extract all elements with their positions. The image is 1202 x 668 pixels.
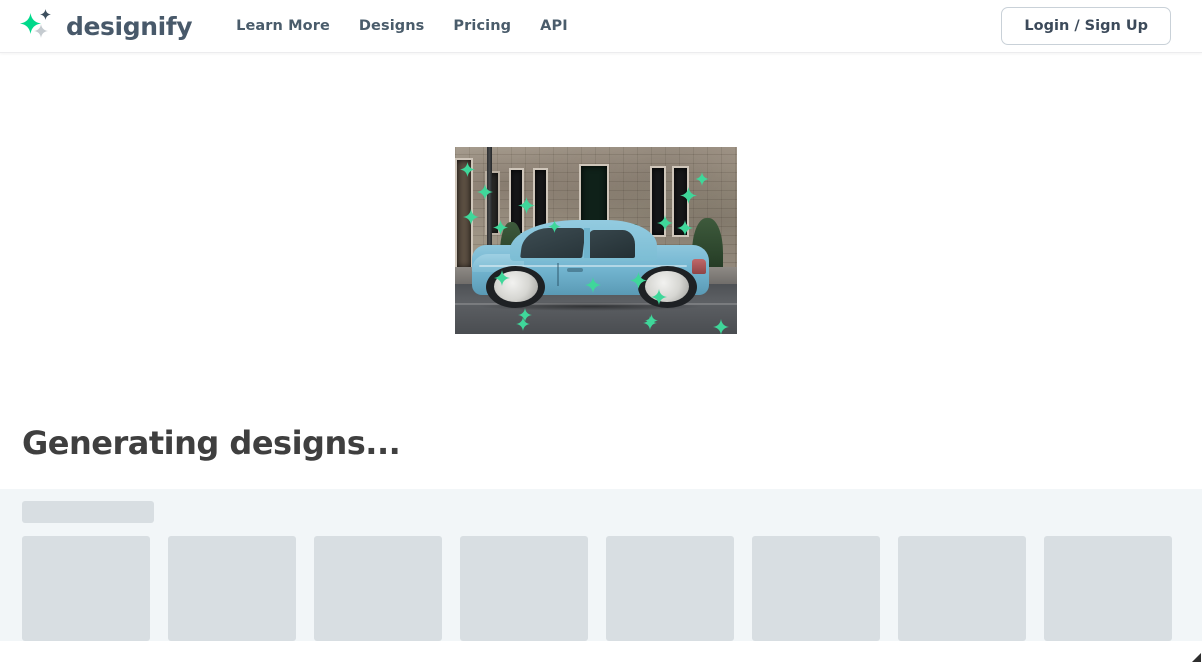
site-header: designify Learn More Designs Pricing API… [0, 0, 1202, 53]
skeleton-card [752, 536, 880, 641]
login-signup-button[interactable]: Login / Sign Up [1001, 7, 1171, 45]
uploaded-car-photo [455, 147, 737, 334]
skeleton-title-placeholder [22, 501, 154, 523]
skeleton-card [168, 536, 296, 641]
window-resize-handle[interactable] [1190, 650, 1202, 662]
skeleton-card [606, 536, 734, 641]
nav-link-api[interactable]: API [540, 18, 568, 34]
skeleton-card [460, 536, 588, 641]
nav-link-pricing[interactable]: Pricing [453, 18, 511, 34]
skeleton-card [1044, 536, 1172, 641]
skeleton-card [314, 536, 442, 641]
preview-image-container[interactable] [455, 147, 737, 334]
page-title: Generating designs... [22, 424, 400, 462]
generating-results-skeleton [0, 489, 1202, 641]
car-pillar [584, 228, 590, 258]
car-front-wheel [486, 266, 545, 308]
main-nav: Learn More Designs Pricing API [236, 18, 568, 34]
blue-car [472, 218, 709, 308]
skeleton-card [898, 536, 1026, 641]
sparkle-dark-icon [40, 9, 51, 20]
skeleton-card [22, 536, 150, 641]
nav-link-designs[interactable]: Designs [359, 18, 425, 34]
car-door-line [557, 263, 559, 286]
doorway [455, 158, 473, 270]
car-taillight [692, 259, 706, 273]
brand-logo[interactable]: designify [20, 9, 192, 43]
car-rear-wheel [638, 266, 697, 308]
car-rear-window [588, 230, 635, 258]
nav-link-learn-more[interactable]: Learn More [236, 18, 330, 34]
sparkle-gray-icon [34, 24, 48, 38]
skeleton-card-row [22, 536, 1172, 641]
brand-name: designify [66, 14, 192, 39]
car-door-handle [567, 268, 584, 272]
sparkle-logo-icon [20, 9, 56, 43]
